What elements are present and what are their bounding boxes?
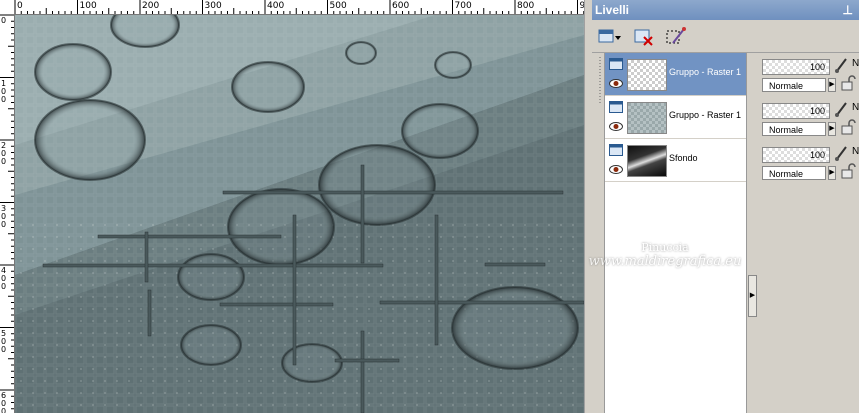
- palette-title: Livelli: [595, 3, 630, 17]
- ruler-label: 400: [1, 266, 7, 291]
- layer-row[interactable]: Sfondo: [605, 139, 747, 182]
- edit-brush-icon[interactable]: [834, 101, 848, 117]
- blend-mode-arrow-icon[interactable]: ▶: [828, 166, 836, 180]
- layer-row[interactable]: Gruppo - Raster 1: [605, 96, 747, 139]
- raster-layer-icon: [609, 58, 623, 70]
- layer-props-row: 100 N Normale ▶: [760, 97, 859, 139]
- layer-name: Gruppo - Raster 1: [669, 67, 742, 77]
- opacity-slider[interactable]: 100: [762, 59, 830, 75]
- ruler-label: 600: [392, 1, 410, 11]
- visibility-eye-icon[interactable]: [609, 79, 623, 88]
- ruler-label: 600: [1, 391, 7, 413]
- ruler-label: 300: [1, 203, 7, 229]
- lock-icon[interactable]: [840, 75, 856, 91]
- ruler-label: 0: [17, 1, 23, 11]
- layer-thumbnail: [627, 102, 667, 134]
- ruler-label: 100: [1, 78, 7, 104]
- truncated-label: N: [852, 102, 859, 113]
- ruler-label: 400: [267, 1, 285, 11]
- palette-title-bar[interactable]: Livelli ⊥: [592, 0, 859, 20]
- visibility-eye-icon[interactable]: [609, 165, 623, 174]
- layer-name: Gruppo - Raster 1: [669, 110, 742, 120]
- ruler-label: 300: [204, 1, 222, 11]
- edit-selection-button[interactable]: [664, 26, 690, 48]
- edit-brush-icon[interactable]: [834, 57, 848, 73]
- new-layer-icon: [598, 29, 621, 43]
- top-ruler: 0100200300400500600700800900: [0, 0, 584, 15]
- left-ruler: 0 100 200 300 400 500 600: [0, 14, 15, 413]
- truncated-label: N: [852, 146, 859, 157]
- blend-mode-arrow-icon[interactable]: ▶: [828, 122, 836, 136]
- layers-palette: Livelli ⊥ Gruppo - Raster 1 Gruppo - Ras…: [589, 0, 859, 413]
- ruler-label: 0: [1, 16, 7, 25]
- edit-brush-icon[interactable]: [834, 145, 848, 161]
- truncated-label: N: [852, 58, 859, 69]
- layer-props-row: 100 N Normale ▶: [760, 53, 859, 95]
- image-canvas[interactable]: [15, 15, 584, 413]
- lock-icon[interactable]: [840, 163, 856, 179]
- layer-properties: 100 N Normale ▶ 100 N Normale ▶ 100 N No…: [757, 53, 859, 413]
- layers-toolbar: [592, 20, 859, 53]
- lock-icon[interactable]: [840, 119, 856, 135]
- opacity-value: 100: [809, 150, 825, 160]
- blend-mode-select[interactable]: Normale: [762, 122, 826, 136]
- ruler-label: 800: [517, 1, 535, 11]
- pin-icon[interactable]: ⊥: [843, 0, 853, 20]
- ruler-label: 200: [142, 1, 160, 11]
- canvas-artwork: [15, 15, 584, 413]
- raster-layer-icon: [609, 144, 623, 156]
- opacity-slider[interactable]: 100: [762, 147, 830, 163]
- new-layer-button[interactable]: [596, 26, 622, 48]
- delete-layer-icon: [634, 29, 653, 46]
- opacity-value: 100: [809, 62, 825, 72]
- layer-thumbnail: [627, 59, 667, 91]
- layer-row[interactable]: Gruppo - Raster 1: [605, 53, 747, 96]
- opacity-slider[interactable]: 100: [762, 103, 830, 119]
- blend-mode-select[interactable]: Normale: [762, 166, 826, 180]
- edit-selection-icon: [666, 27, 686, 44]
- collapse-toggle-button[interactable]: ▶: [748, 275, 757, 317]
- layer-props-row: 100 N Normale ▶: [760, 141, 859, 183]
- layer-thumbnail: [627, 145, 667, 177]
- ruler-label: 700: [454, 1, 472, 11]
- ruler-label: 500: [329, 1, 347, 11]
- ruler-label: 500: [1, 328, 7, 354]
- raster-layer-icon: [609, 101, 623, 113]
- blend-mode-arrow-icon[interactable]: ▶: [828, 78, 836, 92]
- ruler-label: 100: [79, 1, 97, 11]
- delete-layer-button[interactable]: [632, 26, 658, 48]
- layers-list: Gruppo - Raster 1 Gruppo - Raster 1 Sfon…: [589, 53, 747, 413]
- opacity-value: 100: [809, 106, 825, 116]
- ruler-label: 200: [1, 141, 7, 166]
- blend-mode-select[interactable]: Normale: [762, 78, 826, 92]
- visibility-eye-icon[interactable]: [609, 122, 623, 131]
- layer-name: Sfondo: [669, 153, 698, 163]
